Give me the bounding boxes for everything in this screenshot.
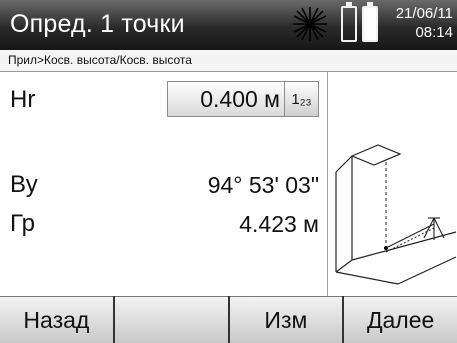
softkey-bar: Назад Изм Далее: [0, 296, 457, 343]
indirect-height-diagram: [327, 72, 457, 296]
time: 08:14: [415, 24, 453, 41]
battery-full-icon: [362, 2, 378, 42]
numeric-input-toggle-button[interactable]: 1₂₃: [284, 82, 318, 116]
laser-icon: [293, 7, 327, 41]
back-button[interactable]: Назад: [0, 296, 113, 343]
edit-button[interactable]: Изм: [229, 296, 343, 343]
date: 21/06/11: [395, 5, 453, 22]
hr-label: Hr: [10, 86, 36, 113]
breadcrumb: Прил>Косв. высота/Косв. высота: [0, 50, 457, 72]
gr-label: Гр: [10, 210, 35, 237]
date-time: 21/06/11 08:14: [396, 4, 453, 42]
gr-value: 4.423 м: [239, 211, 319, 237]
title-bar: Опред. 1 точки 21/06/11 08:14: [0, 0, 457, 50]
page-title: Опред. 1 точки: [10, 10, 185, 38]
main-content: Hr 0.400 м 1₂₃ Ву 94° 53' 03" Гр 4.423 м: [0, 72, 327, 296]
vy-value: 94° 53' 03": [207, 172, 319, 198]
hr-value: 0.400 м: [200, 85, 280, 112]
next-button[interactable]: Далее: [344, 296, 457, 343]
diagram-graphic: [335, 144, 457, 285]
battery-icon: [341, 2, 357, 42]
vy-label: Ву: [10, 171, 38, 198]
empty-softkey[interactable]: [114, 296, 228, 343]
hr-input[interactable]: 0.400 м 1₂₃: [167, 81, 319, 117]
